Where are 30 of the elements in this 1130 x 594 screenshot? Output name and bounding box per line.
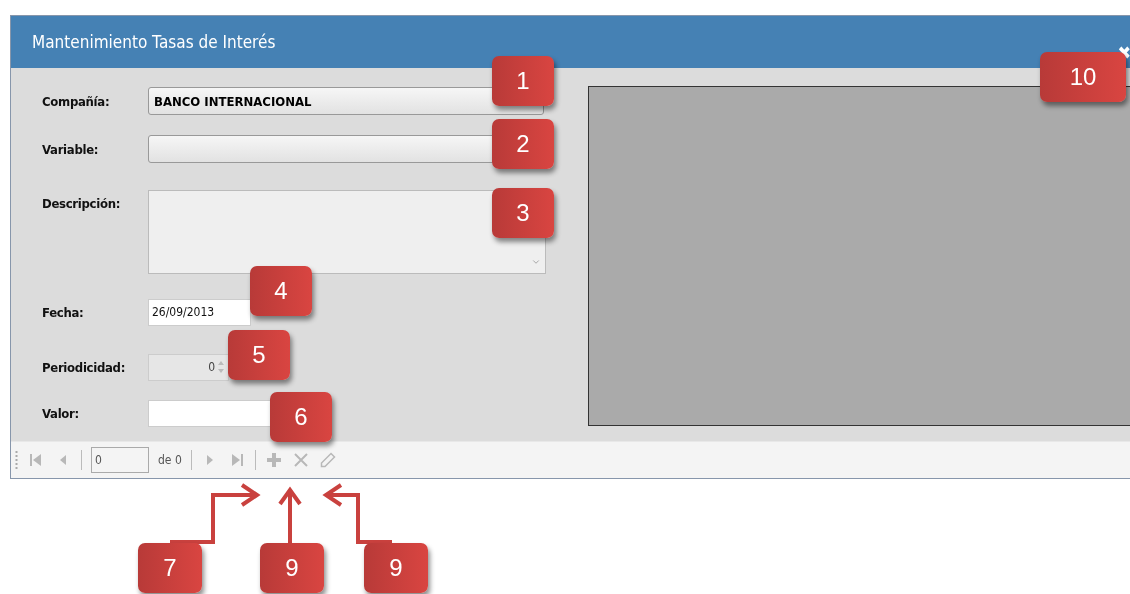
callout-tooltip: 3 [492, 188, 554, 238]
callout-tooltip: 9 [364, 543, 428, 593]
description-field[interactable] [148, 190, 546, 274]
plus-icon [265, 452, 282, 468]
spinner-arrows-icon [217, 359, 225, 375]
field-label: Valor: [42, 405, 80, 421]
pencil-icon [319, 452, 336, 468]
callout-tooltip: 1 [492, 56, 554, 106]
scroll-down-icon [531, 257, 541, 267]
callout-tooltip: 2 [492, 119, 554, 169]
field-label: Compañía: [42, 93, 111, 109]
date-field[interactable]: 26/09/2013 [148, 298, 251, 326]
field-label: Variable: [42, 141, 100, 157]
field-label: Descripción: [42, 195, 122, 211]
page-field[interactable]: 0 [91, 447, 149, 473]
field-label: Fecha: [42, 304, 85, 320]
callout-tooltip: 5 [228, 330, 290, 380]
field-label: Periodicidad: [42, 359, 127, 375]
callout-tooltip: 4 [250, 266, 312, 316]
leader-arrow [322, 483, 392, 544]
value-field[interactable] [148, 399, 271, 427]
first-page-icon [28, 452, 44, 468]
callout-tooltip: 7 [138, 543, 202, 593]
delete-icon [292, 452, 309, 468]
callout-tooltip: 9 [260, 543, 324, 593]
window-title: Mantenimiento Tasas de Interés [32, 32, 276, 52]
grip-icon [15, 450, 18, 470]
leader-arrow [278, 486, 302, 543]
callout-tooltip: 6 [270, 392, 332, 442]
page-count: de 0 [158, 453, 182, 467]
